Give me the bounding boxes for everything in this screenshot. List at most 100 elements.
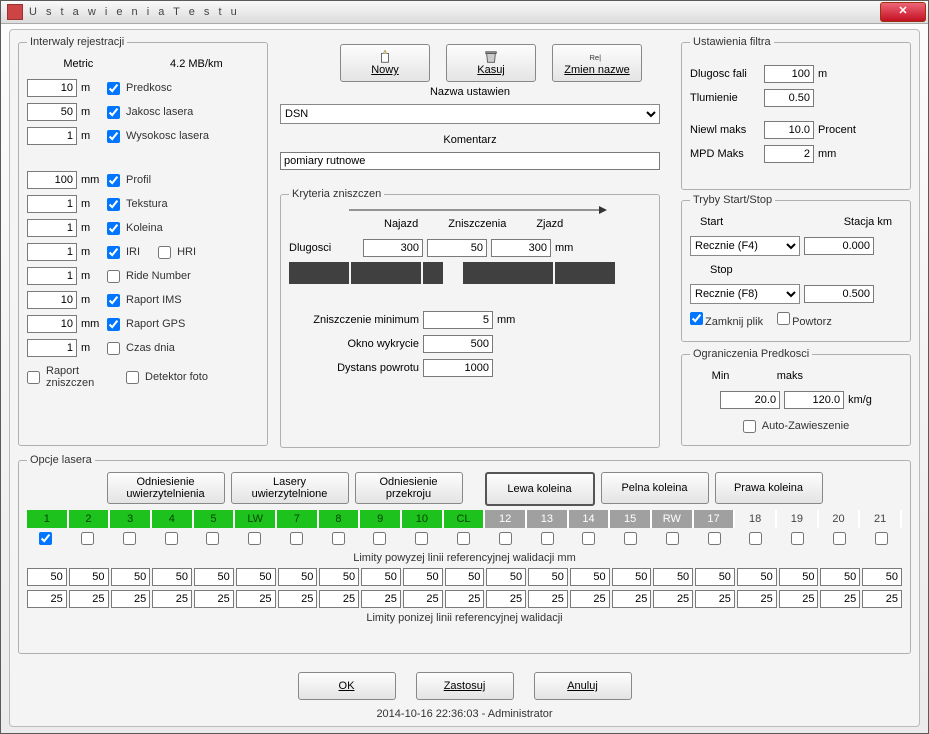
limit-below-17[interactable]: [695, 590, 735, 608]
laser-checkbox-15[interactable]: [624, 532, 637, 545]
limit-above-2[interactable]: [69, 568, 109, 586]
limit-below-1[interactable]: [27, 590, 67, 608]
limit-above-18[interactable]: [737, 568, 777, 586]
profil-checkbox[interactable]: [107, 174, 120, 187]
czas-value[interactable]: [27, 339, 77, 357]
jakosc-checkbox[interactable]: [107, 106, 120, 119]
new-button[interactable]: Nowy: [340, 44, 430, 82]
min-value[interactable]: [423, 311, 493, 329]
comment-input[interactable]: [280, 152, 660, 170]
ride-value[interactable]: [27, 267, 77, 285]
limit-above-3[interactable]: [111, 568, 151, 586]
laser-checkbox-3[interactable]: [123, 532, 136, 545]
laser-checkbox-8[interactable]: [332, 532, 345, 545]
limit-below-CL[interactable]: [445, 590, 485, 608]
zamknij-checkbox[interactable]: [690, 312, 703, 325]
limit-below-9[interactable]: [361, 590, 401, 608]
limit-below-20[interactable]: [820, 590, 860, 608]
start-stacja[interactable]: [804, 237, 874, 255]
odn-prz-button[interactable]: Odniesienie przekroju: [355, 472, 463, 504]
limit-above-CL[interactable]: [445, 568, 485, 586]
limit-below-19[interactable]: [779, 590, 819, 608]
limit-above-14[interactable]: [570, 568, 610, 586]
powtorz-checkbox[interactable]: [777, 312, 790, 325]
cancel-button[interactable]: Anuluj: [534, 672, 632, 700]
limit-below-14[interactable]: [570, 590, 610, 608]
limit-above-4[interactable]: [152, 568, 192, 586]
niewl-value[interactable]: [764, 121, 814, 139]
delete-button[interactable]: Kasuj: [446, 44, 536, 82]
limit-below-LW[interactable]: [236, 590, 276, 608]
speed-max[interactable]: [784, 391, 844, 409]
start-mode-select[interactable]: Recznie (F4): [690, 236, 800, 256]
laser-checkbox-10[interactable]: [415, 532, 428, 545]
limit-below-21[interactable]: [862, 590, 902, 608]
limit-below-10[interactable]: [403, 590, 443, 608]
limit-above-10[interactable]: [403, 568, 443, 586]
ride-checkbox[interactable]: [107, 270, 120, 283]
tlum-value[interactable]: [764, 89, 814, 107]
laser-checkbox-17[interactable]: [708, 532, 721, 545]
tekstura-value[interactable]: [27, 195, 77, 213]
laser-checkbox-RW[interactable]: [666, 532, 679, 545]
limit-below-2[interactable]: [69, 590, 109, 608]
limit-above-1[interactable]: [27, 568, 67, 586]
limit-above-RW[interactable]: [653, 568, 693, 586]
close-button[interactable]: ✕: [880, 2, 926, 22]
limit-below-3[interactable]: [111, 590, 151, 608]
rims-value[interactable]: [27, 291, 77, 309]
jakosc-value[interactable]: [27, 103, 77, 121]
rgps-checkbox[interactable]: [107, 318, 120, 331]
dlugosci-zniszczenia[interactable]: [427, 239, 487, 257]
ok-button[interactable]: OK: [298, 672, 396, 700]
limit-below-8[interactable]: [319, 590, 359, 608]
stop-stacja[interactable]: [804, 285, 874, 303]
apply-button[interactable]: Zastosuj: [416, 672, 514, 700]
limit-above-19[interactable]: [779, 568, 819, 586]
limit-below-4[interactable]: [152, 590, 192, 608]
rgps-value[interactable]: [27, 315, 77, 333]
auto-checkbox[interactable]: [743, 420, 756, 433]
laser-checkbox-2[interactable]: [81, 532, 94, 545]
limit-below-15[interactable]: [612, 590, 652, 608]
dlugosc-value[interactable]: [764, 65, 814, 83]
laser-checkbox-5[interactable]: [206, 532, 219, 545]
limit-above-5[interactable]: [194, 568, 234, 586]
odn-uw-button[interactable]: Odniesienie uwierzytelnienia: [107, 472, 225, 504]
iri-checkbox[interactable]: [107, 246, 120, 259]
koleina-checkbox[interactable]: [107, 222, 120, 235]
limit-below-RW[interactable]: [653, 590, 693, 608]
pelna-koleina-button[interactable]: Pelna koleina: [601, 472, 709, 504]
prawa-koleina-button[interactable]: Prawa koleina: [715, 472, 823, 504]
stop-mode-select[interactable]: Recznie (F8): [690, 284, 800, 304]
laser-checkbox-19[interactable]: [791, 532, 804, 545]
tekstura-checkbox[interactable]: [107, 198, 120, 211]
laser-checkbox-7[interactable]: [290, 532, 303, 545]
predkosc-checkbox[interactable]: [107, 82, 120, 95]
limit-below-18[interactable]: [737, 590, 777, 608]
detektor-foto-checkbox[interactable]: [126, 371, 139, 384]
laser-checkbox-CL[interactable]: [457, 532, 470, 545]
limit-above-21[interactable]: [862, 568, 902, 586]
predkosc-value[interactable]: [27, 79, 77, 97]
wysokosc-checkbox[interactable]: [107, 130, 120, 143]
limit-below-5[interactable]: [194, 590, 234, 608]
profil-value[interactable]: [27, 171, 77, 189]
dlugosci-zjazd[interactable]: [491, 239, 551, 257]
las-uw-button[interactable]: Lasery uwierzytelnione: [231, 472, 349, 504]
laser-checkbox-4[interactable]: [165, 532, 178, 545]
okno-value[interactable]: [423, 335, 493, 353]
powrot-value[interactable]: [423, 359, 493, 377]
limit-above-13[interactable]: [528, 568, 568, 586]
laser-checkbox-LW[interactable]: [248, 532, 261, 545]
limit-above-9[interactable]: [361, 568, 401, 586]
wysokosc-value[interactable]: [27, 127, 77, 145]
koleina-value[interactable]: [27, 219, 77, 237]
iri-value[interactable]: [27, 243, 77, 261]
laser-checkbox-14[interactable]: [582, 532, 595, 545]
laser-checkbox-1[interactable]: [39, 532, 52, 545]
laser-checkbox-18[interactable]: [749, 532, 762, 545]
laser-checkbox-20[interactable]: [833, 532, 846, 545]
settings-name-select[interactable]: DSN: [280, 104, 660, 124]
limit-above-LW[interactable]: [236, 568, 276, 586]
